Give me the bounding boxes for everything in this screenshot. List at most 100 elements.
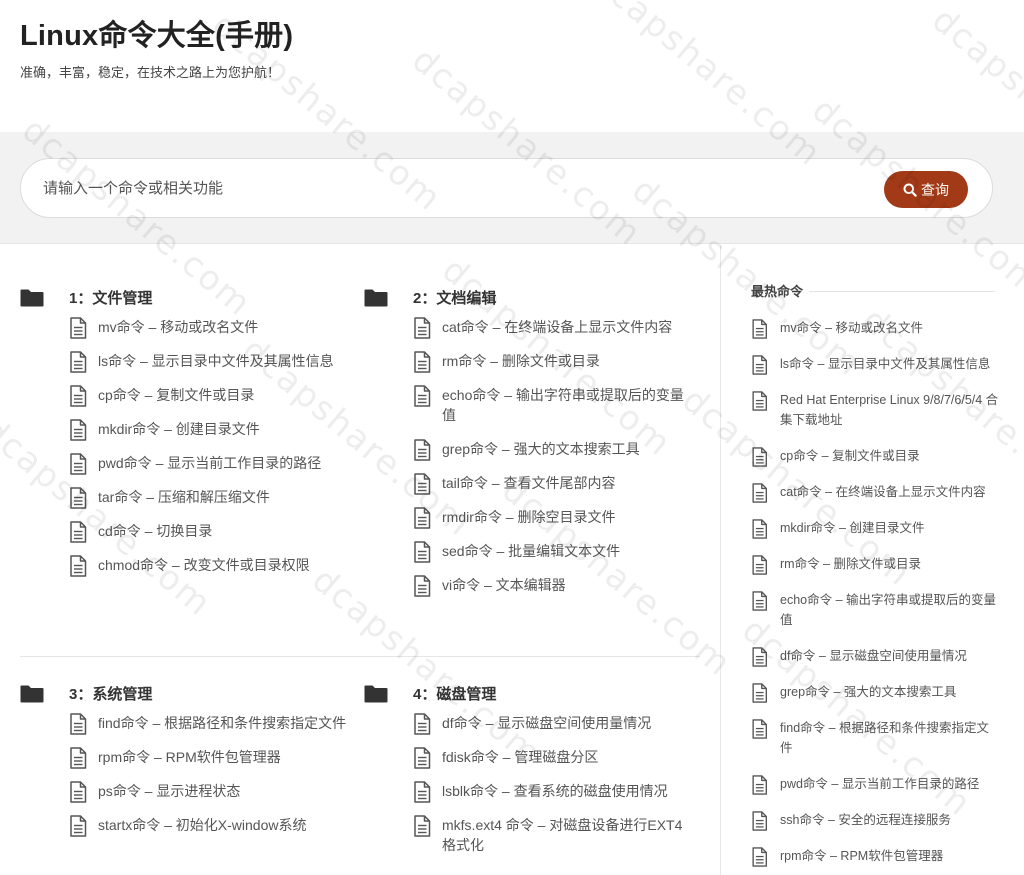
command-link[interactable]: mkfs.ext4 命令 – 对磁盘设备进行EXT4格式化: [442, 817, 682, 853]
list-item: pwd命令 – 显示当前工作目录的路径: [69, 453, 350, 475]
command-link[interactable]: tail命令 – 查看文件尾部内容: [442, 475, 615, 491]
list-item: find命令 – 根据路径和条件搜索指定文件: [69, 713, 350, 735]
list-item: mkfs.ext4 命令 – 对磁盘设备进行EXT4格式化: [413, 815, 694, 855]
command-link[interactable]: echo命令 – 输出字符串或提取后的变量值: [442, 387, 684, 423]
command-link[interactable]: ps命令 – 显示进程状态: [98, 783, 240, 799]
document-icon: [413, 317, 431, 344]
sidebar-title-rule: [809, 291, 995, 292]
category-document-editing: 2：文档编辑 cat命令 – 在终端设备上显示文件内容 rm命令 – 删除文件或目录…: [364, 285, 694, 609]
list-item: rm命令 – 删除文件或目录: [413, 351, 694, 373]
command-link[interactable]: rpm命令 – RPM软件包管理器: [98, 749, 281, 765]
command-link[interactable]: rm命令 – 删除文件或目录: [442, 353, 600, 369]
category-title[interactable]: 4：磁盘管理: [413, 683, 496, 704]
command-link[interactable]: cp命令 – 复制文件或目录: [98, 387, 254, 403]
site-title[interactable]: Linux命令大全(手册): [20, 12, 293, 54]
site-header: Linux命令大全(手册) 准确，丰富，稳定，在技术之路上为您护航！: [0, 0, 1024, 132]
hot-command-link[interactable]: ls命令 – 显示目录中文件及其属性信息: [780, 357, 990, 371]
command-link[interactable]: tar命令 – 压缩和解压缩文件: [98, 489, 270, 505]
command-link[interactable]: cat命令 – 在终端设备上显示文件内容: [442, 319, 672, 335]
category-system-management: 3：系统管理 find命令 – 根据路径和条件搜索指定文件 rpm命令 – RPM软…: [20, 681, 350, 849]
list-item: ls命令 – 显示目录中文件及其属性信息: [751, 354, 1001, 375]
document-icon: [69, 487, 87, 514]
list-item: mkdir命令 – 创建目录文件: [69, 419, 350, 441]
list-item: pwd命令 – 显示当前工作目录的路径: [751, 774, 1001, 795]
sidebar: 最热命令 mv命令 – 移动或改名文件 ls命令 – 显示目录中文件及其属性信息 R…: [720, 245, 1024, 875]
category-file-management: 1：文件管理 mv命令 – 移动或改名文件 ls命令 – 显示目录中文件及其属性信息…: [20, 285, 350, 589]
list-item: df命令 – 显示磁盘空间使用量情况: [751, 646, 1001, 667]
category-title[interactable]: 1：文件管理: [69, 287, 152, 308]
category-title[interactable]: 2：文档编辑: [413, 287, 496, 308]
command-link[interactable]: startx命令 – 初始化X-window系统: [98, 817, 306, 833]
main-content: 1：文件管理 mv命令 – 移动或改名文件 ls命令 – 显示目录中文件及其属性信息…: [0, 245, 720, 875]
search-button[interactable]: 查询: [884, 171, 968, 208]
document-icon: [413, 713, 431, 740]
command-link[interactable]: rmdir命令 – 删除空目录文件: [442, 509, 615, 525]
hot-command-link[interactable]: grep命令 – 强大的文本搜索工具: [780, 685, 956, 699]
hot-command-link[interactable]: mkdir命令 – 创建目录文件: [780, 521, 924, 535]
document-icon: [413, 815, 431, 842]
hot-command-link[interactable]: find命令 – 根据路径和条件搜索指定文件: [780, 721, 989, 755]
command-link[interactable]: ls命令 – 显示目录中文件及其属性信息: [98, 353, 334, 369]
command-link[interactable]: cd命令 – 切换目录: [98, 523, 212, 539]
list-item: sed命令 – 批量编辑文本文件: [413, 541, 694, 563]
category-disk-management: 4：磁盘管理 df命令 – 显示磁盘空间使用量情况 fdisk命令 – 管理磁盘分区…: [364, 681, 694, 869]
category-title[interactable]: 3：系统管理: [69, 683, 152, 704]
document-icon: [751, 519, 768, 545]
document-icon: [413, 747, 431, 774]
command-link[interactable]: sed命令 – 批量编辑文本文件: [442, 543, 620, 559]
list-item: df命令 – 显示磁盘空间使用量情况: [413, 713, 694, 735]
document-icon: [751, 647, 768, 673]
list-item: fdisk命令 – 管理磁盘分区: [413, 747, 694, 769]
list-item: startx命令 – 初始化X-window系统: [69, 815, 350, 837]
command-link[interactable]: mv命令 – 移动或改名文件: [98, 319, 258, 335]
list-item: rm命令 – 删除文件或目录: [751, 554, 1001, 575]
document-icon: [751, 555, 768, 581]
document-icon: [69, 781, 87, 808]
command-link[interactable]: df命令 – 显示磁盘空间使用量情况: [442, 715, 651, 731]
command-link[interactable]: pwd命令 – 显示当前工作目录的路径: [98, 455, 321, 471]
list-item: tail命令 – 查看文件尾部内容: [413, 473, 694, 495]
list-item: cat命令 – 在终端设备上显示文件内容: [751, 482, 1001, 503]
category-header: 4：磁盘管理: [364, 681, 694, 707]
category-header: 1：文件管理: [20, 285, 350, 311]
category-header: 3：系统管理: [20, 681, 350, 707]
list-item: cp命令 – 复制文件或目录: [751, 446, 1001, 467]
hot-command-link[interactable]: mv命令 – 移动或改名文件: [780, 321, 923, 335]
document-icon: [69, 555, 87, 582]
document-icon: [751, 775, 768, 801]
list-item: rpm命令 – RPM软件包管理器: [69, 747, 350, 769]
search-box: 查询: [20, 158, 993, 218]
hot-command-link[interactable]: df命令 – 显示磁盘空间使用量情况: [780, 649, 967, 663]
list-item: ps命令 – 显示进程状态: [69, 781, 350, 803]
document-icon: [751, 847, 768, 873]
hot-command-link[interactable]: rpm命令 – RPM软件包管理器: [780, 849, 943, 863]
document-icon: [413, 541, 431, 568]
list-item: Red Hat Enterprise Linux 9/8/7/6/5/4 合集下…: [751, 390, 1001, 430]
hot-command-link[interactable]: echo命令 – 输出字符串或提取后的变量值: [780, 593, 996, 627]
command-link[interactable]: find命令 – 根据路径和条件搜索指定文件: [98, 715, 346, 731]
hot-command-link[interactable]: cp命令 – 复制文件或目录: [780, 449, 920, 463]
command-link[interactable]: vi命令 – 文本编辑器: [442, 577, 566, 593]
command-link[interactable]: lsblk命令 – 查看系统的磁盘使用情况: [442, 783, 668, 799]
hot-command-link[interactable]: Red Hat Enterprise Linux 9/8/7/6/5/4 合集下…: [780, 393, 998, 427]
category-command-list: mv命令 – 移动或改名文件 ls命令 – 显示目录中文件及其属性信息 cp命令 –…: [69, 317, 350, 577]
search-input[interactable]: [43, 171, 843, 205]
hot-commands-list: mv命令 – 移动或改名文件 ls命令 – 显示目录中文件及其属性信息 Red Ha…: [751, 318, 1001, 875]
hot-command-link[interactable]: pwd命令 – 显示当前工作目录的路径: [780, 777, 979, 791]
command-link[interactable]: chmod命令 – 改变文件或目录权限: [98, 557, 310, 573]
folder-icon: [20, 685, 44, 703]
hot-command-link[interactable]: rm命令 – 删除文件或目录: [780, 557, 921, 571]
command-link[interactable]: fdisk命令 – 管理磁盘分区: [442, 749, 598, 765]
command-link[interactable]: grep命令 – 强大的文本搜索工具: [442, 441, 640, 457]
list-item: cat命令 – 在终端设备上显示文件内容: [413, 317, 694, 339]
document-icon: [413, 473, 431, 500]
folder-icon: [364, 685, 388, 703]
command-link[interactable]: mkdir命令 – 创建目录文件: [98, 421, 260, 437]
hot-command-link[interactable]: cat命令 – 在终端设备上显示文件内容: [780, 485, 986, 499]
document-icon: [751, 591, 768, 617]
hot-command-link[interactable]: ssh命令 – 安全的远程连接服务: [780, 813, 951, 827]
category-command-list: df命令 – 显示磁盘空间使用量情况 fdisk命令 – 管理磁盘分区 lsblk命…: [413, 713, 694, 855]
section-divider: [20, 656, 700, 657]
list-item: ssh命令 – 安全的远程连接服务: [751, 810, 1001, 831]
category-command-list: find命令 – 根据路径和条件搜索指定文件 rpm命令 – RPM软件包管理器 p…: [69, 713, 350, 837]
